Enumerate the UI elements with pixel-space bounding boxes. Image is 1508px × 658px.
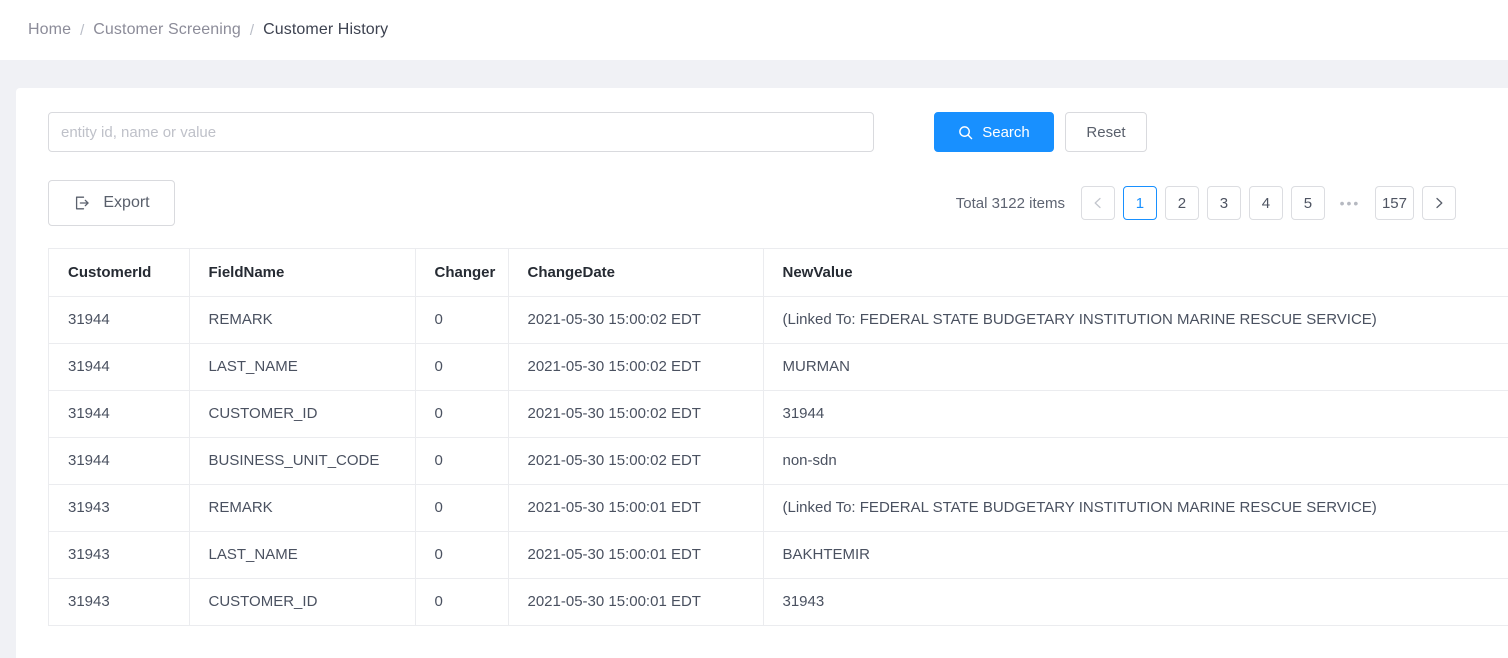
column-header-customerid: CustomerId [49,249,190,297]
breadcrumb-item-home[interactable]: Home [28,21,71,39]
cell-newvalue: 31944 [763,390,1508,438]
cell-changer: 0 [415,390,509,438]
pagination-page-last[interactable]: 157 [1374,186,1414,220]
search-button[interactable]: Search [934,112,1054,152]
cell-newvalue: BAKHTEMIR [763,531,1508,579]
search-input[interactable] [48,112,874,152]
cell-customerid: 31943 [49,531,190,579]
cell-changer: 0 [415,578,509,626]
breadcrumb-separator: / [80,21,85,39]
cell-fieldname: CUSTOMER_ID [189,390,416,438]
column-header-fieldname: FieldName [189,249,416,297]
cell-customerid: 31943 [49,578,190,626]
search-row: Search Reset [48,112,1484,152]
table-header-row: CustomerId FieldName Changer ChangeDate … [49,249,1508,297]
toolbar-row: Export Total 3122 items 1 2 3 4 5 ••• 15… [48,180,1484,226]
content-background: Search Reset Export Total 3122 items 1 2 [0,88,1508,658]
cell-customerid: 31944 [49,437,190,485]
table-row: 31944 LAST_NAME 0 2021-05-30 15:00:02 ED… [49,343,1508,391]
cell-changedate: 2021-05-30 15:00:01 EDT [508,531,764,579]
table-row: 31944 CUSTOMER_ID 0 2021-05-30 15:00:02 … [49,390,1508,438]
cell-newvalue: (Linked To: FEDERAL STATE BUDGETARY INST… [763,296,1508,344]
cell-changedate: 2021-05-30 15:00:02 EDT [508,296,764,344]
cell-customerid: 31944 [49,390,190,438]
breadcrumb-item-customer-screening[interactable]: Customer Screening [93,21,241,39]
cell-fieldname: LAST_NAME [189,531,416,579]
cell-newvalue: MURMAN [763,343,1508,391]
export-button[interactable]: Export [48,180,175,226]
cell-fieldname: BUSINESS_UNIT_CODE [189,437,416,485]
breadcrumb-separator: / [249,21,255,39]
pagination-page-1[interactable]: 1 [1122,186,1157,220]
cell-newvalue: 31943 [763,578,1508,626]
cell-changer: 0 [415,531,509,579]
table-row: 31943 LAST_NAME 0 2021-05-30 15:00:01 ED… [49,531,1508,579]
pagination-total: Total 3122 items [955,194,1065,212]
pagination-prev-button[interactable] [1080,186,1115,220]
pagination-page-4[interactable]: 4 [1248,186,1283,220]
cell-changedate: 2021-05-30 15:00:02 EDT [508,390,764,438]
cell-fieldname: REMARK [189,296,416,344]
page-background-strip [0,60,1508,88]
cell-customerid: 31944 [49,343,190,391]
search-button-label: Search [982,123,1030,141]
reset-button[interactable]: Reset [1065,112,1147,152]
pagination-next-button[interactable] [1422,186,1456,220]
cell-changer: 0 [415,484,509,532]
cell-customerid: 31943 [49,484,190,532]
column-header-newvalue: NewValue [763,249,1508,297]
cell-changer: 0 [415,437,509,485]
cell-customerid: 31944 [49,296,190,344]
cell-fieldname: REMARK [189,484,416,532]
pagination-page-3[interactable]: 3 [1206,186,1241,220]
export-button-label: Export [103,194,150,211]
cell-fieldname: LAST_NAME [189,343,416,391]
cell-newvalue: non-sdn [763,437,1508,485]
cell-changer: 0 [415,343,509,391]
history-table: CustomerId FieldName Changer ChangeDate … [49,249,1508,626]
table-row: 31944 REMARK 0 2021-05-30 15:00:02 EDT (… [49,296,1508,344]
pagination-page-5[interactable]: 5 [1290,186,1325,220]
pagination-ellipsis[interactable]: ••• [1333,186,1367,220]
export-icon [73,194,91,212]
customer-history-panel: Search Reset Export Total 3122 items 1 2 [16,88,1508,658]
cell-newvalue: (Linked To: FEDERAL STATE BUDGETARY INST… [763,484,1508,532]
table-row: 31943 CUSTOMER_ID 0 2021-05-30 15:00:01 … [49,578,1508,626]
breadcrumb-item-customer-history: Customer History [263,21,389,38]
reset-button-label: Reset [1086,123,1126,141]
pagination: Total 3122 items 1 2 3 4 5 ••• 157 [956,186,1484,220]
table-row: 31944 BUSINESS_UNIT_CODE 0 2021-05-30 15… [49,437,1508,485]
search-icon [958,125,973,140]
pagination-page-2[interactable]: 2 [1164,186,1199,220]
cell-changer: 0 [415,296,509,344]
cell-changedate: 2021-05-30 15:00:02 EDT [508,343,764,391]
cell-changedate: 2021-05-30 15:00:01 EDT [508,578,764,626]
cell-changedate: 2021-05-30 15:00:01 EDT [508,484,764,532]
table-row: 31943 REMARK 0 2021-05-30 15:00:01 EDT (… [49,484,1508,532]
breadcrumb: Home / Customer Screening / Customer His… [0,0,1508,60]
history-table-container: CustomerId FieldName Changer ChangeDate … [48,248,1508,626]
column-header-changer: Changer [415,249,509,297]
cell-changedate: 2021-05-30 15:00:02 EDT [508,437,764,485]
cell-fieldname: CUSTOMER_ID [189,578,416,626]
column-header-changedate: ChangeDate [508,249,764,297]
